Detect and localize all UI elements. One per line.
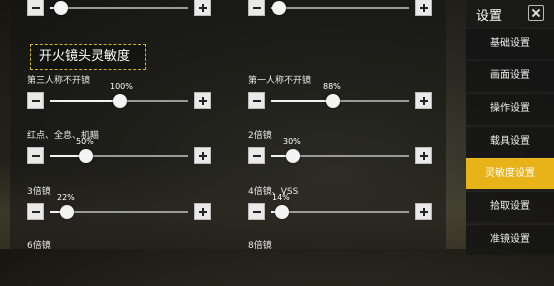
minus-button[interactable] xyxy=(27,147,44,164)
settings-panel: 开火镜头灵敏度 第三人称不开镜 100% 第一人称不开镜 88% 红点、全息、机… xyxy=(10,0,446,251)
plus-button[interactable] xyxy=(194,92,211,109)
close-icon[interactable] xyxy=(528,5,544,21)
setting-red-dot-holo-iron: 红点、全息、机瞄 50% xyxy=(27,128,217,176)
slider-value: 100% xyxy=(110,82,133,91)
setting-4x-scope-vss: 4倍镜、VSS 14% xyxy=(248,184,438,232)
sidebar-title: 设置 xyxy=(476,9,503,24)
sidebar-item-vehicle[interactable]: 载具设置 xyxy=(466,126,554,157)
setting-label: 6倍镜 xyxy=(27,241,51,251)
slider-track[interactable]: 100% xyxy=(50,82,188,108)
setting-first-person-no-scope: 第一人称不开镜 88% xyxy=(248,73,438,121)
settings-sidebar: 设置 基础设置 画面设置 操作设置 载具设置 灵敏度设置 拾取设置 准镜设置 xyxy=(466,0,554,255)
slider-track[interactable] xyxy=(50,1,188,15)
slider-knob[interactable] xyxy=(272,1,286,15)
plus-button[interactable] xyxy=(194,0,211,16)
slider-knob[interactable] xyxy=(79,149,93,163)
plus-button[interactable] xyxy=(415,0,432,16)
setting-label: 第三人称不开镜 xyxy=(27,76,91,86)
setting-3x-scope: 3倍镜 22% xyxy=(27,184,217,232)
top-slider-left xyxy=(27,0,217,28)
top-slider-right xyxy=(248,0,438,28)
setting-label: 3倍镜 xyxy=(27,187,51,197)
slider-value: 50% xyxy=(76,137,94,146)
slider-knob[interactable] xyxy=(326,94,340,108)
section-title: 开火镜头灵敏度 xyxy=(30,44,146,70)
setting-label: 2倍镜 xyxy=(248,131,272,141)
sidebar-item-basic[interactable]: 基础设置 xyxy=(466,28,554,59)
sidebar-item-controls[interactable]: 操作设置 xyxy=(466,93,554,124)
setting-label: 8倍镜 xyxy=(248,241,272,251)
slider-knob[interactable] xyxy=(54,1,68,15)
setting-third-person-no-scope: 第三人称不开镜 100% xyxy=(27,73,217,121)
slider-track[interactable]: 14% xyxy=(271,193,409,219)
slider-knob[interactable] xyxy=(286,149,300,163)
minus-button[interactable] xyxy=(27,92,44,109)
slider-knob[interactable] xyxy=(60,205,74,219)
sidebar-item-sensitivity[interactable]: 灵敏度设置 xyxy=(466,158,554,189)
slider-track[interactable]: 50% xyxy=(50,137,188,163)
minus-button[interactable] xyxy=(248,147,265,164)
setting-6x-scope: 6倍镜 xyxy=(27,238,217,286)
sidebar-header: 设置 xyxy=(466,0,554,28)
slider-knob[interactable] xyxy=(113,94,127,108)
slider-value: 30% xyxy=(283,137,301,146)
slider-track[interactable] xyxy=(271,1,409,15)
slider-knob[interactable] xyxy=(275,205,289,219)
plus-button[interactable] xyxy=(415,147,432,164)
slider-track[interactable]: 88% xyxy=(271,82,409,108)
slider-value: 88% xyxy=(323,82,341,91)
slider-track[interactable]: 22% xyxy=(50,193,188,219)
setting-label: 第一人称不开镜 xyxy=(248,76,312,86)
setting-8x-scope: 8倍镜 xyxy=(248,238,438,286)
minus-button[interactable] xyxy=(248,92,265,109)
minus-button[interactable] xyxy=(248,0,265,16)
minus-button[interactable] xyxy=(27,0,44,16)
slider-value: 14% xyxy=(272,193,290,202)
plus-button[interactable] xyxy=(415,92,432,109)
slider-fill xyxy=(271,100,333,102)
setting-2x-scope: 2倍镜 30% xyxy=(248,128,438,176)
slider-fill xyxy=(50,100,120,102)
sidebar-item-graphics[interactable]: 画面设置 xyxy=(466,60,554,91)
plus-button[interactable] xyxy=(194,203,211,220)
sidebar-item-crosshair[interactable]: 准镜设置 xyxy=(466,224,554,255)
slider-value: 22% xyxy=(57,193,75,202)
minus-button[interactable] xyxy=(248,203,265,220)
sidebar-item-pickup[interactable]: 拾取设置 xyxy=(466,191,554,222)
minus-button[interactable] xyxy=(27,203,44,220)
plus-button[interactable] xyxy=(194,147,211,164)
slider-track[interactable]: 30% xyxy=(271,137,409,163)
plus-button[interactable] xyxy=(415,203,432,220)
